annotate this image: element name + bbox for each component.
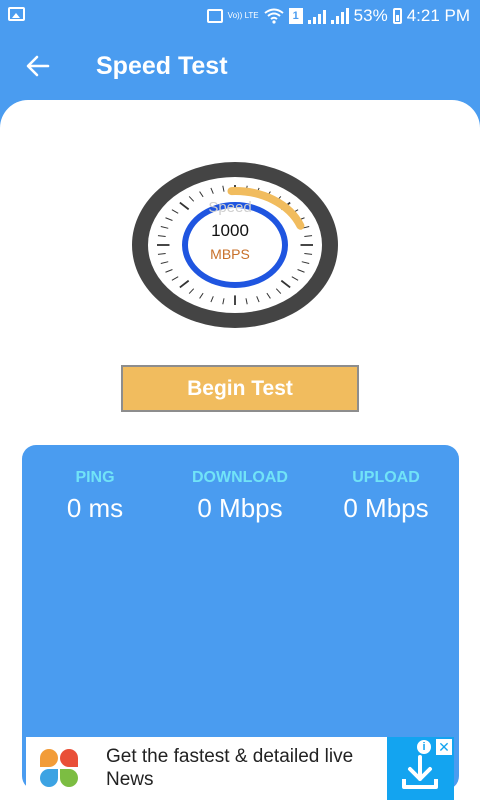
gauge-inner-ring — [182, 202, 288, 288]
signal-icon-2 — [330, 8, 349, 24]
speed-gauge: Speed 1000 MBPS — [132, 162, 338, 328]
page-title: Speed Test — [96, 52, 228, 80]
status-icons: Vo)) LTE 1 53% 4:21 PM — [206, 5, 470, 27]
upload-metric: UPLOAD 0 Mbps — [313, 469, 459, 524]
ping-value: 0 ms — [66, 493, 124, 523]
battery-percent: 53% — [353, 6, 388, 25]
upload-label: UPLOAD — [352, 469, 420, 486]
close-icon[interactable]: ✕ — [436, 739, 452, 755]
info-icon[interactable]: i — [416, 739, 432, 755]
notification-icon — [206, 9, 223, 23]
ad-banner[interactable]: Get the fastest & detailed live News i ✕ — [26, 737, 454, 800]
gallery-icon — [8, 7, 25, 21]
ad-text[interactable]: Get the fastest & detailed live News — [106, 745, 386, 791]
sim-badge: 1 — [288, 8, 303, 24]
volte-icon: Vo)) LTE — [227, 11, 259, 20]
signal-icon-1 — [307, 8, 326, 24]
gauge-label: Speed — [208, 199, 251, 216]
begin-test-button[interactable]: Begin Test — [121, 365, 359, 412]
download-label: DOWNLOAD — [192, 469, 288, 486]
wifi-icon — [264, 8, 284, 24]
ad-logo-icon — [34, 743, 84, 793]
download-value: 0 Mbps — [197, 493, 283, 523]
battery-icon — [392, 8, 402, 24]
download-metric: DOWNLOAD 0 Mbps — [167, 469, 313, 524]
status-bar: Vo)) LTE 1 53% 4:21 PM — [0, 0, 480, 32]
back-arrow-icon[interactable] — [24, 52, 52, 80]
ping-metric: PING 0 ms — [22, 469, 168, 524]
clock: 4:21 PM — [406, 6, 470, 25]
upload-value: 0 Mbps — [343, 493, 429, 523]
gauge-value: 1000 — [211, 221, 249, 240]
ping-label: PING — [75, 469, 115, 486]
app-bar: Speed Test — [0, 32, 480, 100]
gauge-unit: MBPS — [210, 246, 250, 262]
